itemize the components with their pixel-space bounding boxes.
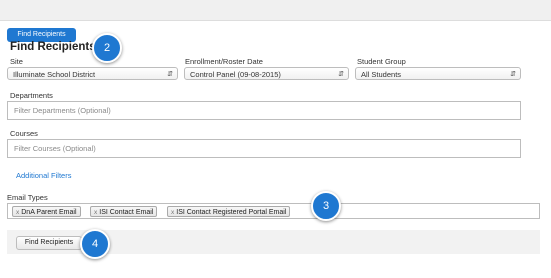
courses-label: Courses (10, 129, 38, 138)
enrollment-select-value: Control Panel (09-08-2015) (190, 70, 281, 79)
student-group-select-value: All Students (361, 70, 402, 79)
updown-arrows-icon: ⇵ (167, 71, 173, 78)
courses-filter-input[interactable]: Filter Courses (Optional) (7, 139, 521, 158)
email-types-label: Email Types (7, 193, 48, 202)
find-recipients-button[interactable]: Find Recipients (16, 236, 82, 250)
callout-badge: 2 (92, 33, 122, 63)
page-title: Find Recipients (10, 41, 96, 53)
site-select-value: Illuminate School District (13, 70, 96, 79)
email-type-tag[interactable]: x ISI Contact Registered Portal Email (167, 206, 291, 217)
enrollment-date-select[interactable]: Control Panel (09-08-2015) ⇵ (184, 67, 349, 80)
top-toolbar-strip (0, 0, 551, 21)
email-type-tag-label: DnA Parent Email (21, 209, 77, 216)
departments-label: Departments (10, 91, 53, 100)
updown-arrows-icon: ⇵ (510, 71, 516, 78)
email-type-tag-label: ISI Contact Registered Portal Email (176, 209, 287, 216)
enrollment-label: Enrollment/Roster Date (185, 57, 263, 66)
additional-filters-link[interactable]: Additional Filters (16, 171, 71, 180)
callout-badge: 3 (311, 191, 341, 221)
close-icon[interactable]: x (94, 209, 97, 216)
email-type-tag[interactable]: x DnA Parent Email (12, 206, 81, 217)
site-label: Site (10, 57, 23, 66)
email-type-tag[interactable]: x ISI Contact Email (90, 206, 158, 217)
email-types-tag-input[interactable]: x DnA Parent Email x ISI Contact Email x IS… (7, 203, 540, 219)
close-icon[interactable]: x (16, 209, 19, 216)
email-type-tag-label: ISI Contact Email (99, 209, 154, 216)
callout-badge: 4 (80, 229, 110, 259)
close-icon[interactable]: x (171, 209, 174, 216)
student-group-select[interactable]: All Students ⇵ (355, 67, 521, 80)
find-recipients-tab-button[interactable]: Find Recipients (7, 28, 76, 42)
student-group-label: Student Group (357, 57, 406, 66)
updown-arrows-icon: ⇵ (338, 71, 344, 78)
site-select[interactable]: Illuminate School District ⇵ (7, 67, 178, 80)
departments-filter-input[interactable]: Filter Departments (Optional) (7, 101, 521, 120)
